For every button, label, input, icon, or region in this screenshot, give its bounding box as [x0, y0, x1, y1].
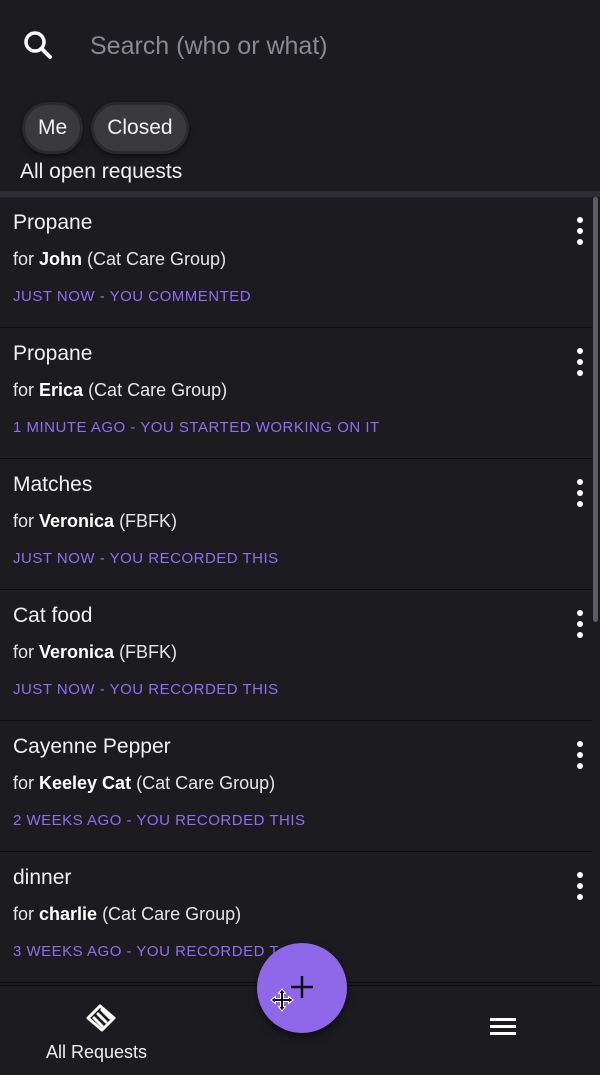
- request-for: for charlie (Cat Care Group): [13, 904, 241, 925]
- request-row[interactable]: Propane for John (Cat Care Group) JUST NOW…: [0, 197, 592, 328]
- request-status: JUST NOW - YOU COMMENTED: [13, 288, 252, 305]
- request-for: for John (Cat Care Group): [13, 249, 226, 270]
- more-options-icon[interactable]: [574, 741, 586, 769]
- request-title: Propane: [13, 342, 93, 365]
- request-row[interactable]: Propane for Erica (Cat Care Group) 1 MINUT…: [0, 328, 592, 459]
- move-cursor-icon: [270, 988, 294, 1012]
- request-row[interactable]: Cat food for Veronica (FBFK) JUST NOW - YO…: [0, 590, 592, 721]
- request-title: dinner: [13, 866, 72, 889]
- request-row[interactable]: Cayenne Pepper for Keeley Cat (Cat Care G…: [0, 721, 592, 852]
- request-for-prefix: for: [13, 511, 40, 531]
- request-title: Matches: [13, 473, 93, 496]
- request-for: for Keeley Cat (Cat Care Group): [13, 773, 275, 794]
- more-options-icon[interactable]: [574, 217, 586, 245]
- request-person: Veronica: [39, 511, 115, 531]
- request-group: (Cat Care Group): [97, 904, 242, 924]
- request-row[interactable]: Matches for Veronica (FBFK) JUST NOW - YOU…: [0, 459, 592, 590]
- filter-chip-closed[interactable]: Closed: [91, 102, 189, 154]
- request-group: (FBFK): [114, 511, 178, 531]
- more-options-icon[interactable]: [574, 348, 586, 376]
- request-status: JUST NOW - YOU RECORDED THIS: [13, 550, 279, 567]
- request-for-prefix: for: [13, 249, 40, 269]
- scrollbar[interactable]: [593, 197, 598, 622]
- search-icon[interactable]: [22, 29, 54, 61]
- more-options-icon[interactable]: [574, 872, 586, 900]
- search-bar: [0, 0, 600, 92]
- request-list: Propane for John (Cat Care Group) JUST NOW…: [0, 197, 592, 983]
- request-title: Cat food: [13, 604, 93, 627]
- request-group: (Cat Care Group): [83, 380, 228, 400]
- request-title: Cayenne Pepper: [13, 735, 171, 758]
- request-for-prefix: for: [13, 904, 40, 924]
- request-for: for Erica (Cat Care Group): [13, 380, 227, 401]
- more-options-icon[interactable]: [574, 479, 586, 507]
- request-person: John: [39, 249, 83, 269]
- request-person: Veronica: [39, 642, 115, 662]
- filter-chip-me[interactable]: Me: [22, 102, 84, 154]
- filter-chips: Me Closed: [22, 102, 189, 154]
- nav-all-requests[interactable]: All Requests: [40, 1000, 160, 1070]
- request-for-prefix: for: [13, 380, 40, 400]
- search-input[interactable]: [90, 22, 570, 70]
- request-for-prefix: for: [13, 773, 40, 793]
- request-status: JUST NOW - YOU RECORDED THIS: [13, 681, 279, 698]
- handshake-icon: [86, 1004, 116, 1032]
- request-status: 1 MINUTE AGO - YOU STARTED WORKING ON IT: [13, 419, 380, 436]
- request-group: (FBFK): [114, 642, 178, 662]
- request-group: (Cat Care Group): [82, 249, 227, 269]
- request-title: Propane: [13, 211, 93, 234]
- add-request-button[interactable]: [257, 943, 347, 1033]
- filter-label: All open requests: [20, 160, 183, 183]
- request-person: Keeley Cat: [39, 773, 132, 793]
- request-for: for Veronica (FBFK): [13, 511, 177, 532]
- nav-all-requests-label: All Requests: [46, 1042, 148, 1062]
- request-for-prefix: for: [13, 642, 40, 662]
- request-person: Erica: [39, 380, 84, 400]
- hamburger-menu-icon[interactable]: [486, 1014, 520, 1040]
- request-status: 3 WEEKS AGO - YOU RECORDED T: [13, 943, 279, 960]
- request-status: 2 WEEKS AGO - YOU RECORDED THIS: [13, 812, 306, 829]
- request-group: (Cat Care Group): [131, 773, 276, 793]
- more-options-icon[interactable]: [574, 610, 586, 638]
- request-for: for Veronica (FBFK): [13, 642, 177, 663]
- request-person: charlie: [39, 904, 98, 924]
